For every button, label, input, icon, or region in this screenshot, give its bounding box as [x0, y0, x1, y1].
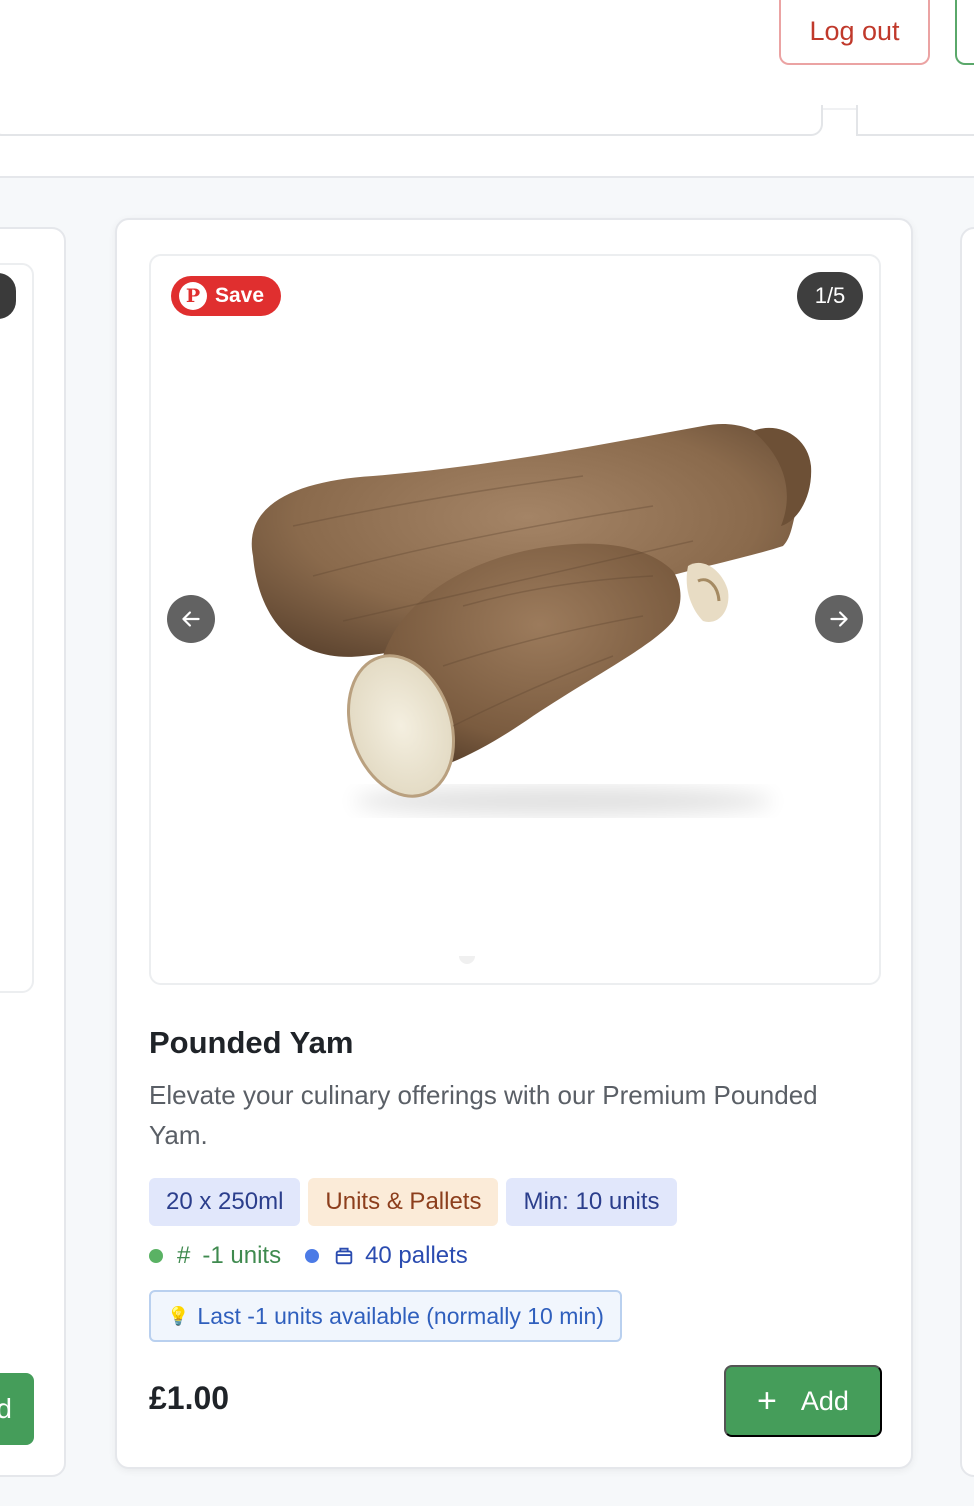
lightbulb-icon: 💡: [167, 1305, 190, 1326]
pinterest-save-button[interactable]: P Save: [171, 276, 282, 316]
image-counter-badge: 1/5: [797, 272, 863, 320]
carousel-dot-indicator[interactable]: [459, 956, 475, 964]
pallet-icon: [333, 1245, 355, 1267]
stock-status-dot: [149, 1249, 163, 1263]
add-label: Add: [800, 1385, 849, 1416]
account-button-partial[interactable]: [955, 0, 974, 65]
stock-units: -1 units: [202, 1242, 282, 1269]
sale-unit-tag: Units & Pallets: [308, 1178, 499, 1226]
add-to-cart-button[interactable]: + Add: [724, 1365, 882, 1437]
product-image-frame: [0, 263, 34, 993]
plus-icon: +: [757, 1382, 777, 1420]
product-price: £1.00: [149, 1380, 230, 1416]
pinterest-icon: P: [179, 282, 207, 310]
minimum-order-tag: Min: 10 units: [506, 1178, 677, 1226]
save-label: Save: [215, 284, 265, 307]
previous-image-button[interactable]: [167, 595, 215, 643]
arrow-left-icon: [182, 611, 200, 627]
product-description: Elevate your culinary offerings with our…: [149, 1080, 818, 1150]
pallet-status-dot: [305, 1249, 320, 1263]
product-image-carousel[interactable]: P Save 1/5: [149, 254, 881, 985]
next-image-button[interactable]: [815, 595, 863, 643]
product-image: [251, 423, 812, 815]
filter-box[interactable]: [856, 105, 974, 136]
product-title: Pounded Yam: [149, 1025, 354, 1060]
product-tags: 20 x 250ml Units & Pallets Min: 10 units: [149, 1178, 677, 1226]
availability-notice: 💡 Last -1 units available (normally 10 m…: [149, 1290, 622, 1342]
availability-notice-text: Last -1 units available (normally 10 min…: [197, 1302, 604, 1329]
arrow-right-icon: [830, 611, 848, 627]
logout-button[interactable]: Log out: [779, 0, 930, 65]
stock-pallets: 40 pallets: [365, 1242, 468, 1269]
search-box[interactable]: [0, 105, 823, 136]
product-card-next: [960, 227, 974, 1477]
hash-icon: #: [177, 1242, 191, 1269]
pack-size-tag: 20 x 250ml: [149, 1178, 301, 1226]
product-card: P Save 1/5 Pounded Yam Elevate your culi…: [115, 218, 913, 1469]
add-button[interactable]: d: [0, 1373, 34, 1445]
stock-info: # -1 units 40 pallets: [149, 1242, 468, 1270]
top-header: Log out: [0, 0, 974, 178]
product-card-previous: d: [0, 227, 66, 1477]
